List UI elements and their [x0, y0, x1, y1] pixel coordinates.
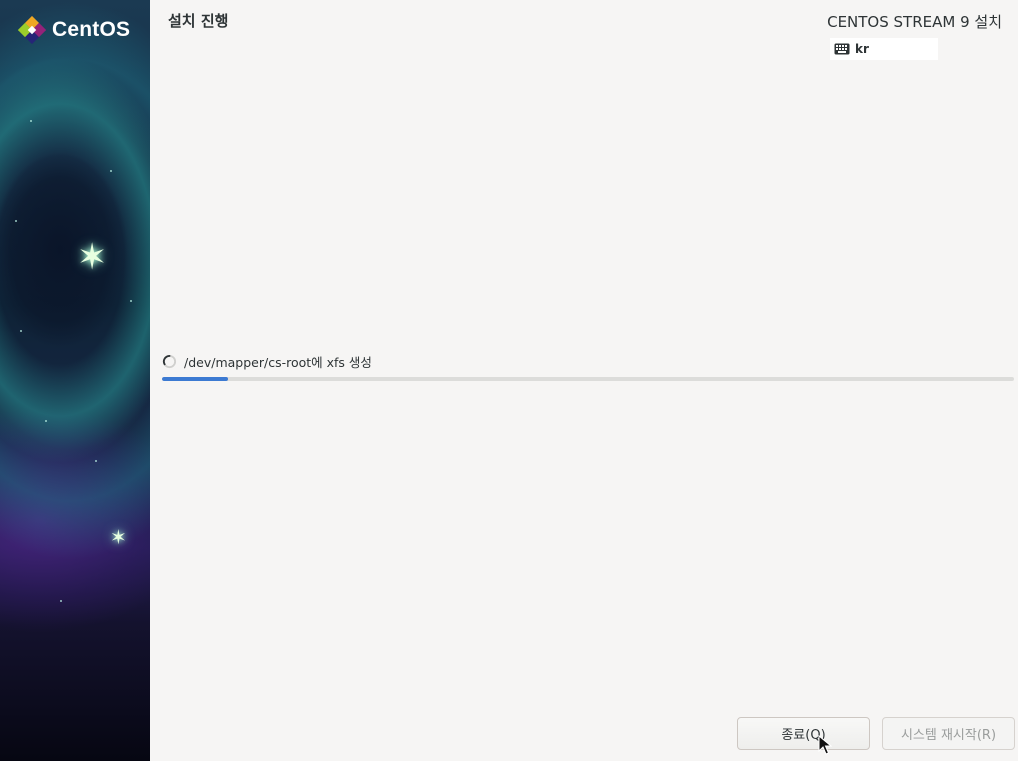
decorative-dot	[60, 600, 62, 602]
decorative-dot	[30, 120, 32, 122]
decorative-star-icon: ✶	[110, 525, 127, 549]
install-progress-fill	[162, 377, 229, 381]
spinner-icon	[162, 354, 177, 369]
quit-button[interactable]: 종료(Q)	[737, 717, 870, 750]
decorative-dot	[110, 170, 112, 172]
centos-logo-icon	[18, 16, 46, 44]
product-title: CENTOS STREAM 9 설치	[827, 13, 1002, 31]
decorative-dot	[95, 460, 97, 462]
sidebar: CentOS ✶ ✶	[0, 0, 150, 761]
mouse-pointer-icon	[818, 735, 832, 755]
keyboard-icon	[834, 43, 850, 55]
decorative-star-icon: ✶	[77, 237, 108, 278]
progress-status: /dev/mapper/cs-root에 xfs 생성	[162, 352, 372, 371]
decorative-dot	[130, 300, 132, 302]
brand-logo: CentOS	[18, 16, 130, 44]
decorative-dot	[15, 220, 17, 222]
keyboard-layout-indicator[interactable]: kr	[830, 38, 938, 60]
brand-name: CentOS	[52, 18, 131, 41]
reboot-button[interactable]: 시스템 재시작(R)	[882, 717, 1015, 750]
install-progress-bar	[162, 377, 1014, 381]
decorative-dot	[45, 420, 47, 422]
installer-window: CentOS ✶ ✶ 설치 진행 CENTOS STREAM 9 설치 kr /…	[0, 0, 1018, 761]
progress-status-text: /dev/mapper/cs-root에 xfs 생성	[184, 355, 372, 370]
keyboard-layout-label: kr	[855, 42, 869, 56]
decorative-dot	[20, 330, 22, 332]
page-title: 설치 진행	[168, 12, 229, 30]
